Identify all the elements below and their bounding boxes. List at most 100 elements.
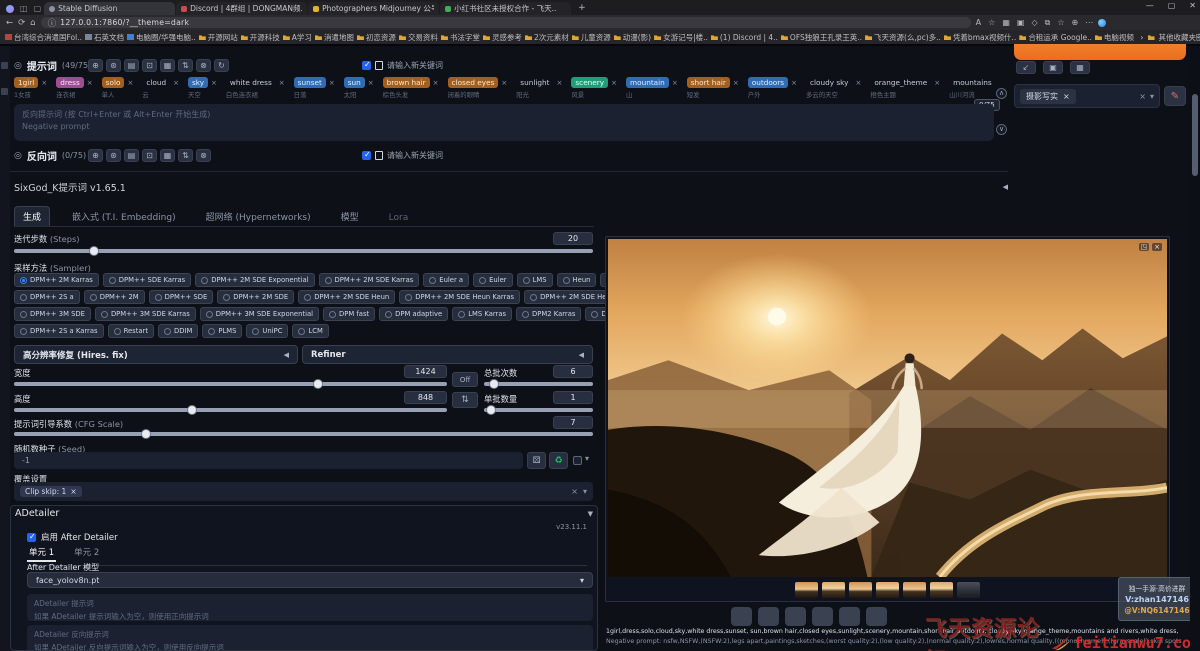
- remove-tag-icon[interactable]: ×: [211, 79, 217, 87]
- prompt-toolbar-icon[interactable]: ▦: [160, 59, 175, 72]
- sampler-option[interactable]: DPM++ 2M SDE Karras: [319, 273, 420, 287]
- sampler-option[interactable]: DPM++ 2S a: [14, 290, 80, 304]
- bookmark-item[interactable]: 飞天资源(么,pc)多..: [865, 32, 941, 43]
- clear-all-icon[interactable]: ×: [571, 487, 578, 496]
- bookmark-item[interactable]: 消遣地图: [315, 32, 354, 43]
- prompt-tag[interactable]: brown hair × 棕色头发: [383, 77, 439, 100]
- sampler-option[interactable]: LMS Karras: [452, 307, 512, 321]
- remove-style-icon[interactable]: ×: [1063, 92, 1070, 101]
- workspace-icon[interactable]: ▢: [34, 4, 42, 13]
- browser-tab[interactable]: Photographers Midjourney 公号..: [308, 2, 439, 15]
- remove-tag-icon[interactable]: ×: [127, 79, 133, 87]
- bookmark-item[interactable]: 初恋资源: [357, 32, 396, 43]
- bookmark-item[interactable]: 电脑圈/华强电脑..: [127, 32, 196, 43]
- sampler-option[interactable]: Restart: [108, 324, 154, 338]
- override-settings-box[interactable]: Clip skip: 1× × ▾: [14, 482, 593, 501]
- sampler-option[interactable]: DPM++ 3M SDE: [14, 307, 91, 321]
- send-to-img2img-icon[interactable]: [812, 607, 833, 626]
- extra-networks-icon[interactable]: ▦: [1070, 61, 1090, 74]
- profile-avatar[interactable]: [6, 5, 14, 13]
- bookmark-item[interactable]: OFS独狼王孔录王英..: [781, 32, 862, 43]
- page-scrollbar[interactable]: [1190, 46, 1200, 651]
- sampler-option[interactable]: DDIM: [158, 324, 198, 338]
- steps-slider[interactable]: [14, 249, 593, 253]
- style-chip[interactable]: 摄影写实×: [1020, 89, 1076, 104]
- close-image-icon[interactable]: ×: [1152, 243, 1162, 251]
- remove-tag-icon[interactable]: ×: [87, 79, 93, 87]
- sampler-option[interactable]: DPM++ SDE: [149, 290, 214, 304]
- generated-image[interactable]: ◳ ×: [608, 239, 1167, 577]
- sampler-option[interactable]: DPM++ 2M SDE Heun: [298, 290, 395, 304]
- copilot-icon[interactable]: [1098, 19, 1106, 27]
- browser-extension-icon[interactable]: ▣: [1017, 18, 1025, 27]
- dropdown-caret-icon[interactable]: ▾: [583, 487, 587, 496]
- steps-value[interactable]: 20: [553, 232, 593, 245]
- browser-extension-icon[interactable]: ☆: [988, 18, 995, 27]
- url-field[interactable]: ⓘ 127.0.0.1:7860/?__theme=dark: [41, 17, 971, 28]
- sampler-option[interactable]: DPM fast: [323, 307, 375, 321]
- sampler-option[interactable]: Euler a: [423, 273, 469, 287]
- browser-extension-icon[interactable]: ☆: [1057, 18, 1064, 27]
- prompt-tag[interactable]: scenery × 风景: [571, 77, 617, 100]
- sampler-option[interactable]: LCM: [292, 324, 328, 338]
- open-folder-icon[interactable]: [731, 607, 752, 626]
- negative-toolbar-icon[interactable]: ▤: [124, 149, 139, 162]
- bookmark-item[interactable]: 台湾综合消遣国Fol..: [5, 32, 82, 43]
- gallery-thumbnail[interactable]: [795, 582, 818, 598]
- other-bookmarks-label[interactable]: 其他收藏夹: [1159, 32, 1197, 43]
- bookmark-item[interactable]: 书法字堂: [441, 32, 480, 43]
- sampler-option[interactable]: DPM adaptive: [379, 307, 448, 321]
- remove-tag-icon[interactable]: ×: [329, 79, 335, 87]
- styles-select[interactable]: 摄影写实× ×▾: [1014, 84, 1160, 108]
- prompt-tag[interactable]: cloudy sky × 多云的天空: [806, 77, 861, 100]
- tab-generate[interactable]: 生成: [14, 206, 50, 226]
- browser-tab[interactable]: Discord | 4群组 | DONGMAN频..: [176, 2, 307, 15]
- expand-image-icon[interactable]: ◳: [1139, 243, 1150, 251]
- sampler-option[interactable]: DPM++ 3M SDE Exponential: [200, 307, 319, 321]
- refiner-accordion[interactable]: Refiner◀: [302, 345, 593, 364]
- maximize-icon[interactable]: ▢: [1168, 1, 1176, 10]
- tab-search-icon[interactable]: ◫: [20, 4, 28, 13]
- sampler-option[interactable]: DPM++ 2M: [84, 290, 145, 304]
- gallery-thumbnail[interactable]: [849, 582, 872, 598]
- sampler-option[interactable]: DPM++ 2M SDE Exponential: [195, 273, 314, 287]
- prompt-tag[interactable]: mountain × 山: [626, 77, 678, 100]
- adetailer-prompt-textarea[interactable]: ADetailer 提示词 如果 ADetailer 提示词输入为空，则使用正向…: [27, 594, 593, 621]
- adetailer-header[interactable]: ADetailer ▼: [15, 508, 593, 519]
- browser-extension-icon[interactable]: ▦: [1002, 18, 1010, 27]
- bookmark-item[interactable]: 2次元素材: [525, 32, 569, 43]
- prompt-toolbar-icon[interactable]: ⊡: [142, 59, 157, 72]
- width-slider[interactable]: [14, 382, 447, 386]
- edit-styles-brush-icon[interactable]: ✎: [1164, 86, 1186, 106]
- prompt-tag[interactable]: orange_theme × 橙色主题: [870, 77, 940, 100]
- negative-toolbar-icon[interactable]: ⊛: [106, 149, 121, 162]
- browser-extension-icon[interactable]: ⊕: [1071, 18, 1078, 27]
- bookmark-item[interactable]: 灵感参考: [483, 32, 522, 43]
- browser-extension-icon[interactable]: ◇: [1031, 18, 1037, 27]
- remove-tag-icon[interactable]: ×: [433, 79, 439, 87]
- prompt-toolbar-icon[interactable]: ⊗: [196, 59, 211, 72]
- remove-chip-icon[interactable]: ×: [70, 487, 76, 496]
- remove-tag-icon[interactable]: ×: [173, 79, 179, 87]
- prompt-tag[interactable]: outdoors × 户外: [748, 77, 797, 100]
- negative-toolbar-icon[interactable]: ⇅: [178, 149, 193, 162]
- collapse-circle-icon[interactable]: ◎: [14, 151, 22, 161]
- enable-adetailer-checkbox[interactable]: [27, 533, 36, 542]
- tab-hypernetworks[interactable]: 超网络 (Hypernetworks): [198, 207, 319, 226]
- override-chip[interactable]: Clip skip: 1×: [20, 486, 82, 497]
- cfg-slider[interactable]: [14, 432, 593, 436]
- prompt-tag[interactable]: sunset × 日落: [294, 77, 335, 100]
- swap-dimensions-icon[interactable]: ⇅: [452, 392, 478, 408]
- negative-toolbar-icon[interactable]: ⊕: [88, 149, 103, 162]
- prompt-tag[interactable]: white dress × 白色连衣裙: [226, 77, 285, 100]
- browser-extension-icon[interactable]: ⧉: [1045, 18, 1051, 28]
- height-slider[interactable]: [14, 408, 447, 412]
- unit-1-tab[interactable]: 单元 1: [27, 546, 56, 562]
- off-button[interactable]: Off: [452, 372, 478, 387]
- gallery-thumbnail[interactable]: [930, 582, 953, 598]
- site-info-icon[interactable]: ⓘ: [48, 17, 57, 29]
- collapse-tags-icon[interactable]: ∧: [996, 88, 1007, 99]
- gallery-thumbnail[interactable]: [822, 582, 845, 598]
- prompt-tag[interactable]: dress × 连衣裙: [56, 77, 92, 100]
- sixgod-accordion[interactable]: SixGod_K提示词 v1.65.1 ◀: [14, 179, 1008, 195]
